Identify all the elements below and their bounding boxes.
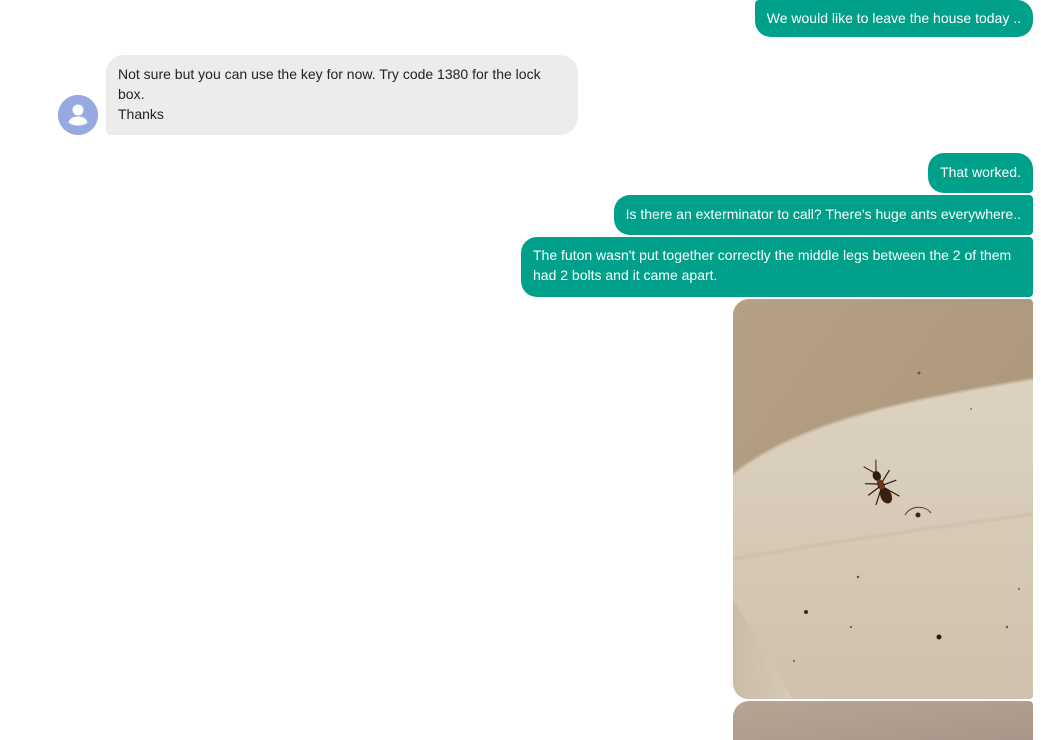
message-thread: We would like to leave the house today .… <box>0 0 1041 740</box>
message-outgoing[interactable]: The futon wasn't put together correctly … <box>521 237 1033 297</box>
message-outgoing[interactable]: That worked. <box>928 153 1033 193</box>
message-outgoing[interactable]: We would like to leave the house today .… <box>754 0 1033 37</box>
photo-thumbnail <box>733 701 1033 740</box>
message-outgoing[interactable]: Is there an exterminator to call? There'… <box>613 195 1033 235</box>
ant-photo <box>733 299 1033 699</box>
message-incoming[interactable]: Not sure but you can use the key for now… <box>106 55 578 135</box>
contact-avatar <box>58 95 98 135</box>
person-icon <box>58 95 98 135</box>
photo-message[interactable] <box>733 701 1033 740</box>
photo-message[interactable] <box>733 299 1033 699</box>
